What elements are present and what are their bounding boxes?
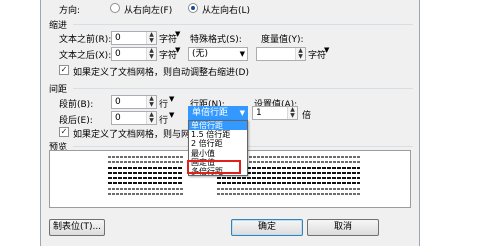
line-spacing-option[interactable]: 最小值 bbox=[189, 149, 247, 158]
unit-dropdown-icon[interactable]: ▼ bbox=[169, 95, 174, 103]
preview-line bbox=[108, 182, 183, 184]
radio-ltr-label[interactable]: 从左向右(L) bbox=[202, 3, 250, 16]
line-spacing-select[interactable]: 单倍行距 ▼ bbox=[188, 106, 248, 120]
background-left bbox=[0, 0, 40, 246]
indent-divider bbox=[73, 24, 413, 25]
unit-dropdown-icon[interactable]: ▼ bbox=[324, 46, 329, 54]
spin-arrows-icon[interactable]: ▲ ▼ bbox=[146, 112, 156, 124]
spacing-section-title: 间距 bbox=[49, 85, 68, 95]
setting-value-value: 1 bbox=[256, 108, 262, 118]
measure-input[interactable]: ▲ ▼ bbox=[256, 47, 306, 61]
setting-value-unit: 倍 bbox=[302, 111, 312, 121]
spin-arrows-icon[interactable]: ▲ ▼ bbox=[287, 107, 297, 119]
cancel-button[interactable]: 取消 bbox=[307, 219, 379, 236]
unit-dropdown-icon[interactable]: ▼ bbox=[175, 46, 180, 54]
line-spacing-option[interactable]: 2 倍行距 bbox=[189, 139, 247, 148]
setting-value-input[interactable]: 1 ▲ ▼ bbox=[252, 106, 298, 120]
chevron-down-icon: ▼ bbox=[239, 50, 245, 58]
indent-before-input[interactable]: 0 ▲ ▼ bbox=[111, 31, 157, 45]
indent-before-value: 0 bbox=[115, 33, 121, 43]
spin-arrows-icon[interactable]: ▲ ▼ bbox=[146, 48, 156, 60]
preview-line bbox=[108, 193, 183, 195]
indent-before-label: 文本之前(R): bbox=[59, 35, 112, 45]
indent-after-input[interactable]: 0 ▲ ▼ bbox=[111, 47, 157, 61]
spacing-after-input[interactable]: 0 ▲ ▼ bbox=[111, 111, 157, 125]
spacing-grid-checkbox[interactable]: ✓ bbox=[59, 127, 69, 137]
annotation-highlight-box bbox=[187, 160, 241, 174]
radio-rtl-label[interactable]: 从右向左(F) bbox=[124, 3, 172, 16]
spacing-before-value: 0 bbox=[115, 97, 121, 107]
spacing-before-input[interactable]: 0 ▲ ▼ bbox=[111, 95, 157, 109]
chevron-down-icon: ▼ bbox=[239, 109, 245, 117]
spacing-after-unit: 行 bbox=[159, 116, 169, 126]
spin-arrows-icon[interactable]: ▲ ▼ bbox=[146, 32, 156, 44]
indent-grid-checkbox-label[interactable]: 如果定义了文档网格，则自动调整右缩进(D) bbox=[73, 65, 249, 78]
line-spacing-value: 单倍行距 bbox=[192, 108, 229, 118]
preview-line bbox=[108, 167, 183, 169]
spacing-after-label: 段后(E): bbox=[59, 116, 93, 126]
preview-line bbox=[217, 182, 360, 184]
unit-dropdown-icon[interactable]: ▼ bbox=[175, 30, 180, 38]
spacing-divider bbox=[73, 88, 413, 89]
measure-label: 度量值(Y): bbox=[261, 35, 304, 45]
indent-section-title: 缩进 bbox=[49, 21, 68, 31]
spacing-after-value: 0 bbox=[115, 113, 121, 123]
spin-arrows-icon[interactable]: ▲ ▼ bbox=[295, 48, 305, 60]
preview-line bbox=[217, 188, 360, 190]
direction-label: 方向: bbox=[59, 6, 81, 16]
indent-grid-checkbox[interactable]: ✓ bbox=[59, 65, 69, 75]
background-right bbox=[420, 0, 500, 246]
ok-button[interactable]: 确定 bbox=[231, 219, 303, 236]
indent-after-value: 0 bbox=[115, 49, 121, 59]
preview-line bbox=[217, 177, 360, 179]
preview-line bbox=[108, 177, 183, 179]
radio-ltr[interactable] bbox=[188, 3, 198, 13]
unit-dropdown-icon[interactable]: ▼ bbox=[169, 111, 174, 119]
paragraph-dialog: 方向: 从右向左(F) 从左向右(L) 缩进 文本之前(R): 0 ▲ ▼ 字符 … bbox=[40, 0, 420, 246]
spacing-before-unit: 行 bbox=[159, 100, 169, 110]
tabs-button[interactable]: 制表位(T)... bbox=[49, 219, 105, 236]
preview-line bbox=[108, 156, 183, 158]
indent-after-label: 文本之后(X): bbox=[59, 51, 112, 61]
spacing-before-label: 段前(B): bbox=[59, 100, 94, 110]
special-format-label: 特殊格式(S): bbox=[190, 35, 242, 45]
preview-line bbox=[108, 188, 183, 190]
special-format-select[interactable]: (无) ▼ bbox=[188, 47, 248, 61]
preview-line bbox=[217, 193, 360, 195]
radio-rtl[interactable] bbox=[110, 3, 120, 13]
preview-line bbox=[108, 161, 183, 163]
spin-arrows-icon[interactable]: ▲ ▼ bbox=[146, 96, 156, 108]
special-format-value: (无) bbox=[192, 49, 209, 59]
line-spacing-option[interactable]: 单倍行距 bbox=[189, 121, 247, 131]
line-spacing-option[interactable]: 1.5 倍行距 bbox=[189, 130, 247, 139]
preview-line bbox=[108, 172, 183, 174]
